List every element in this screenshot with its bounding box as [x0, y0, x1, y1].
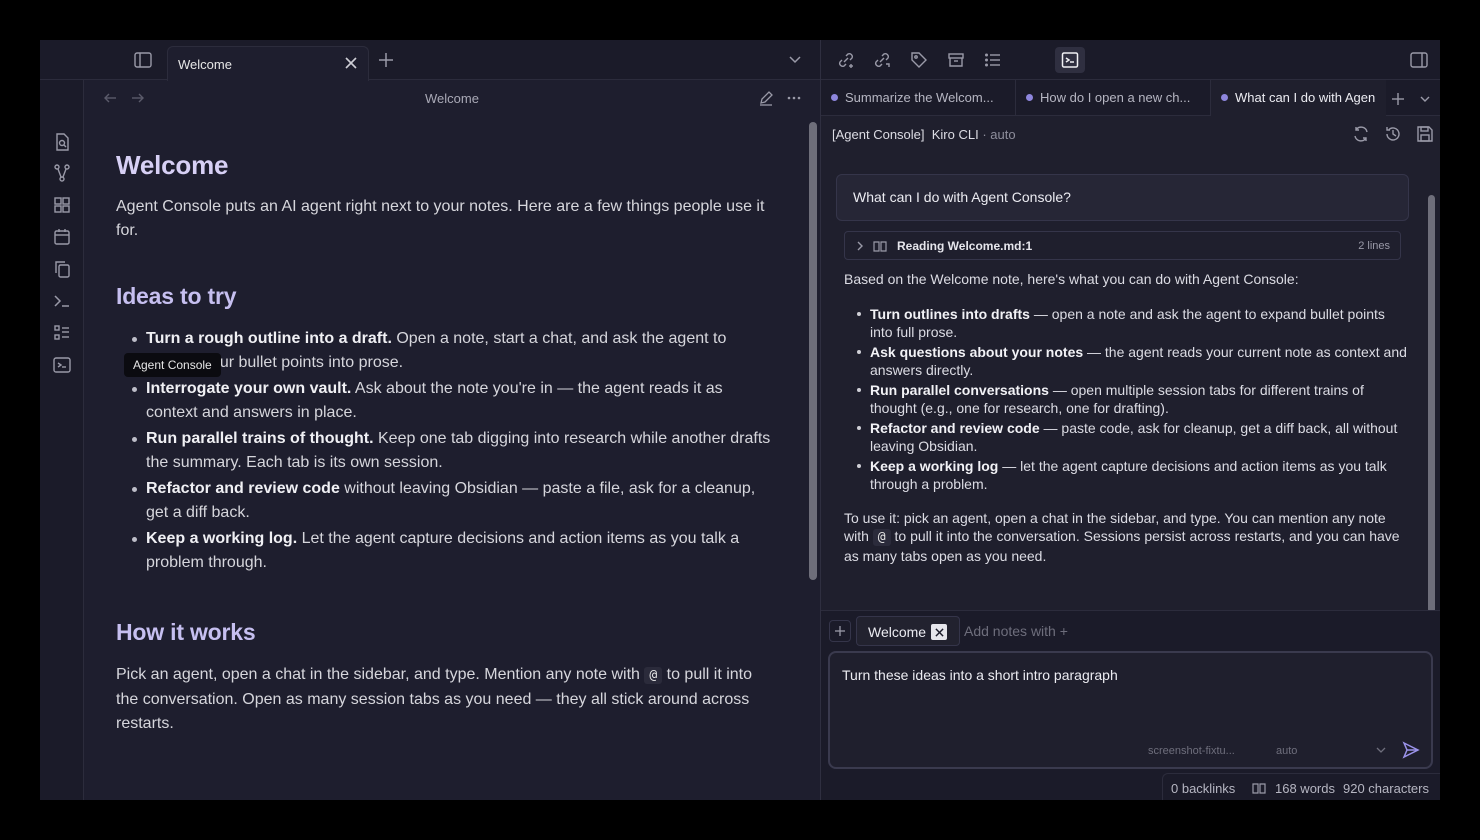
session-tabs: Summarize the Welcom... How do I open a …	[821, 80, 1440, 116]
list-item: Keep a working log. Let the agent captur…	[116, 527, 776, 575]
note-intro-paragraph: Agent Console puts an AI agent right nex…	[116, 198, 765, 239]
editor-title: Welcome	[425, 91, 479, 106]
agent-name[interactable]: Kiro CLI	[932, 127, 979, 142]
new-tab-plus-icon[interactable]	[378, 52, 394, 68]
checklist-icon[interactable]	[52, 323, 72, 343]
history-icon[interactable]	[1384, 125, 1402, 143]
agent-console-icon[interactable]	[52, 355, 72, 375]
backlinks-count[interactable]: 0 backlinks	[1171, 781, 1235, 796]
note-how-paragraph: Pick an agent, open a chat in the sideba…	[116, 666, 753, 732]
context-chip-welcome[interactable]: Welcome	[856, 616, 960, 646]
context-hint: Add notes with +	[964, 623, 1068, 639]
composer-input-text[interactable]: Turn these ideas into a short intro para…	[842, 667, 1118, 683]
composer-area: Welcome Add notes with + Turn these idea…	[821, 610, 1440, 800]
list-item: Turn outlines into drafts — open a note …	[844, 305, 1409, 341]
at-mention-code: @	[872, 529, 891, 546]
right-toolbar	[821, 40, 1440, 80]
remove-chip-icon[interactable]	[931, 624, 947, 640]
close-icon[interactable]	[344, 56, 358, 70]
list-item: Keep a working log — let the agent captu…	[844, 457, 1409, 493]
list-item: Interrogate your own vault. Ask about th…	[116, 377, 776, 425]
list-item: Ask questions about your notes — the age…	[844, 343, 1409, 379]
word-count: 168 words	[1275, 781, 1335, 796]
book-open-icon[interactable]	[1252, 781, 1266, 795]
session-dot-icon	[1026, 94, 1033, 101]
session-dot-icon	[1221, 94, 1228, 101]
link-share-icon[interactable]	[873, 51, 891, 69]
list-item: Run parallel conversations — open multip…	[844, 381, 1409, 417]
tooltip-agent-console: Agent Console	[124, 353, 221, 377]
agent-mode[interactable]: auto	[990, 127, 1015, 142]
tag-icon[interactable]	[910, 51, 928, 69]
session-tab-3[interactable]: What can I do with Agen	[1211, 80, 1386, 116]
list-item: Refactor and review code — paste code, a…	[844, 419, 1409, 455]
character-count: 920 characters	[1343, 781, 1429, 796]
mode-select[interactable]: auto	[1276, 745, 1297, 757]
new-session-plus-icon[interactable]	[1391, 92, 1405, 106]
calendar-icon[interactable]	[52, 227, 72, 247]
chat-scrollbar[interactable]	[1427, 195, 1437, 615]
tab-welcome[interactable]: Welcome	[167, 46, 369, 81]
chevron-down-icon[interactable]	[1376, 746, 1386, 754]
archive-icon[interactable]	[947, 51, 965, 69]
scrollbar-thumb[interactable]	[1428, 195, 1435, 613]
user-message: What can I do with Agent Console?	[836, 174, 1409, 221]
agent-console-panel: Summarize the Welcom... How do I open a …	[821, 40, 1440, 800]
at-mention-code: @	[644, 667, 663, 684]
note-heading-ideas: Ideas to try	[116, 283, 237, 309]
model-select[interactable]: screenshot-fixtu...	[1148, 745, 1235, 757]
agent-header: [Agent Console] Kiro CLI · auto	[832, 127, 1016, 142]
link-add-icon[interactable]	[837, 51, 855, 69]
grid-icon[interactable]	[52, 195, 72, 215]
chevron-right-icon[interactable]	[855, 240, 865, 252]
search-file-icon[interactable]	[52, 132, 72, 152]
left-tab-strip: Welcome	[40, 40, 820, 81]
list-item: Run parallel trains of thought. Keep one…	[116, 427, 776, 475]
left-ribbon	[40, 80, 84, 800]
app-window: Welcome Agent Console Welcome Welcome Ag…	[40, 40, 1440, 800]
book-open-icon	[873, 239, 887, 253]
reply-list: Turn outlines into drafts — open a note …	[844, 305, 1409, 493]
list-item: Refactor and review code without leaving…	[116, 477, 776, 525]
editor-scrollbar[interactable]	[807, 118, 819, 800]
chevron-down-icon[interactable]	[788, 54, 802, 66]
list-icon[interactable]	[984, 51, 1002, 69]
session-tab-1[interactable]: Summarize the Welcom...	[821, 80, 1016, 116]
session-tab-2[interactable]: How do I open a new ch...	[1016, 80, 1211, 116]
chat-transcript[interactable]: What can I do with Agent Console? Readin…	[821, 154, 1440, 610]
tab-welcome-label: Welcome	[178, 57, 232, 72]
tool-call-reading[interactable]: Reading Welcome.md:1 2 lines	[844, 231, 1401, 260]
scrollbar-thumb[interactable]	[809, 122, 817, 580]
tool-call-label: Reading Welcome.md:1	[897, 239, 1033, 253]
tool-call-lines: 2 lines	[1358, 240, 1390, 252]
note-heading-welcome: Welcome	[116, 150, 229, 180]
session-dot-icon	[831, 94, 838, 101]
right-sidebar-toggle-icon[interactable]	[1410, 52, 1428, 68]
terminal-icon[interactable]	[52, 291, 72, 311]
edit-pencil-icon[interactable]	[758, 90, 774, 106]
refresh-icon[interactable]	[1352, 125, 1370, 143]
sidebar-toggle-icon[interactable]	[134, 52, 152, 68]
send-icon[interactable]	[1402, 741, 1420, 759]
more-options-icon[interactable]	[786, 90, 802, 106]
copy-icon[interactable]	[52, 259, 72, 279]
agent-console-tab-icon[interactable]	[1055, 47, 1085, 73]
assistant-reply: Based on the Welcome note, here's what y…	[844, 270, 1409, 565]
reply-outro: To use it: pick an agent, open a chat in…	[844, 510, 1400, 564]
note-heading-how: How it works	[116, 619, 256, 645]
message-composer[interactable]: Turn these ideas into a short intro para…	[828, 651, 1433, 769]
graph-icon[interactable]	[52, 163, 72, 183]
chevron-down-icon[interactable]	[1419, 94, 1431, 104]
status-bar: 0 backlinks 168 words 920 characters	[1162, 773, 1440, 800]
add-context-button[interactable]	[829, 620, 851, 642]
save-icon[interactable]	[1416, 125, 1434, 143]
